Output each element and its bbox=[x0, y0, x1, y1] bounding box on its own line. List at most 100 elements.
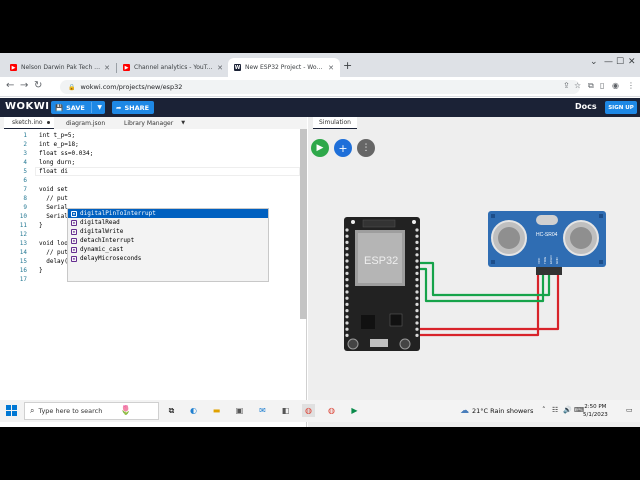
esp32-pin bbox=[415, 309, 419, 313]
menu-kebab-icon[interactable]: ⋮ bbox=[627, 81, 635, 90]
lock-icon: 🔒 bbox=[68, 83, 76, 91]
chevron-down-icon[interactable]: ⌄ bbox=[590, 57, 598, 67]
app-icon[interactable]: ◧ bbox=[279, 404, 292, 417]
cube-icon: ▪ bbox=[71, 219, 77, 226]
mail-icon[interactable]: ✉ bbox=[256, 404, 269, 417]
esp32-pin bbox=[345, 253, 349, 257]
volume-icon[interactable]: 🔊 bbox=[563, 406, 572, 414]
profile-avatar-icon[interactable]: ◉ bbox=[612, 81, 619, 90]
save-button[interactable]: 💾 SAVE ▼ bbox=[51, 101, 105, 114]
tab-sketch[interactable]: sketch.ino bbox=[4, 117, 54, 129]
editor-scrollbar[interactable] bbox=[300, 129, 307, 319]
windows-taskbar: ⌕ Type here to search 🌷 ⧉ ◐ ▬ ▣ ✉ ◧ ◍ ◍ … bbox=[0, 400, 640, 422]
chevron-down-icon[interactable]: ▼ bbox=[181, 120, 185, 126]
suggestion-item[interactable]: ▪ digitalPinToInterrupt bbox=[68, 209, 268, 218]
editor-tab-bar: sketch.ino diagram.json Library Manager … bbox=[0, 117, 307, 129]
file-explorer-icon[interactable]: ▬ bbox=[210, 404, 223, 417]
back-icon[interactable]: ← bbox=[6, 80, 14, 91]
esp32-pin bbox=[415, 278, 419, 282]
taskbar-clock[interactable]: 2:50 PM 5/1/2023 bbox=[583, 403, 608, 419]
circuit-canvas[interactable]: ESP32 HC-SR04 VCC TRIG ECHO GND bbox=[308, 117, 640, 427]
url-field[interactable]: 🔒 wokwi.com/projects/new/esp32 bbox=[60, 80, 580, 94]
cube-icon: ▪ bbox=[71, 210, 77, 217]
youtube-icon: ▶ bbox=[10, 64, 17, 71]
minimize-icon[interactable]: — bbox=[604, 57, 613, 67]
close-icon[interactable]: ✕ bbox=[217, 64, 223, 72]
simulation-panel: Simulation ▶ + ⋮ ESP32 HC-SR04 VCC TRIG … bbox=[308, 117, 640, 427]
browser-tab-studio[interactable]: ▶ Channel analytics - YouTube Stu ✕ bbox=[117, 58, 229, 77]
network-icon[interactable]: ☷ bbox=[552, 406, 558, 414]
esp32-pin bbox=[415, 271, 419, 275]
esp32-pin bbox=[415, 302, 419, 306]
close-icon[interactable]: ✕ bbox=[328, 64, 334, 72]
esp32-pin bbox=[345, 327, 349, 331]
terminal-icon[interactable]: ▶ bbox=[348, 404, 361, 417]
hc-sr04-sensor[interactable]: HC-SR04 bbox=[488, 211, 606, 275]
esp32-pin bbox=[345, 247, 349, 251]
new-tab-button[interactable]: + bbox=[343, 59, 352, 72]
browser-tab-wokwi[interactable]: W New ESP32 Project - Wokwi Sim ✕ bbox=[228, 58, 340, 77]
sign-up-button[interactable]: SIGN UP bbox=[605, 101, 637, 114]
wokwi-header: WOKWI 💾 SAVE ▼ ➦ SHARE Docs SIGN UP bbox=[0, 98, 640, 117]
pin-vcc-label: VCC bbox=[537, 257, 541, 264]
esp32-pin bbox=[345, 265, 349, 269]
esp32-pin bbox=[345, 321, 349, 325]
close-icon[interactable]: ✕ bbox=[104, 64, 110, 72]
notifications-icon[interactable]: ▭ bbox=[626, 406, 633, 414]
docs-link[interactable]: Docs bbox=[575, 102, 597, 111]
tab-library-manager[interactable]: Library Manager ▼ bbox=[118, 117, 188, 129]
screen: ▶ Nelson Darwin Pak Tech - YouTub ✕ ▶ Ch… bbox=[0, 0, 640, 480]
share-icon: ➦ bbox=[116, 103, 122, 112]
address-bar-row: ← → ↻ 🔒 wokwi.com/projects/new/esp32 ⇪ ☆… bbox=[0, 77, 640, 97]
current-line-highlight bbox=[35, 167, 300, 176]
esp32-pin bbox=[345, 284, 349, 288]
browser-tab-youtube[interactable]: ▶ Nelson Darwin Pak Tech - YouTub ✕ bbox=[4, 58, 116, 77]
share-button[interactable]: ➦ SHARE bbox=[112, 101, 154, 114]
share-page-icon[interactable]: ⇪ bbox=[563, 81, 570, 90]
weather-widget[interactable]: ☁ 21°C Rain showers bbox=[460, 406, 533, 416]
suggestion-item[interactable]: ▪ dynamic_cast bbox=[68, 245, 268, 254]
pin-trig-label: TRIG bbox=[543, 256, 547, 264]
esp32-board[interactable]: ESP32 bbox=[344, 217, 420, 351]
bookmark-star-icon[interactable]: ☆ bbox=[574, 81, 581, 90]
esp32-pin bbox=[345, 240, 349, 244]
reading-list-icon[interactable]: ▯ bbox=[600, 81, 604, 90]
suggestion-item[interactable]: ▪ delayMicroseconds bbox=[68, 254, 268, 263]
edge-icon[interactable]: ◐ bbox=[187, 404, 200, 417]
suggestion-item[interactable]: ▪ digitalWrite bbox=[68, 227, 268, 236]
autocomplete-popup: ▪ digitalPinToInterrupt ▪ digitalRead ▪ dig… bbox=[67, 208, 269, 282]
task-view-icon[interactable]: ⧉ bbox=[165, 404, 178, 417]
search-icon: ⌕ bbox=[30, 406, 35, 415]
esp32-pin bbox=[345, 290, 349, 294]
maximize-icon[interactable]: ☐ bbox=[616, 57, 624, 67]
windows-start-icon[interactable] bbox=[6, 405, 17, 416]
tab-diagram[interactable]: diagram.json bbox=[60, 117, 110, 129]
suggestion-item[interactable]: ▪ digitalRead bbox=[68, 218, 268, 227]
extensions-icon[interactable]: ⧉ bbox=[588, 81, 594, 91]
pin-gnd-label: GND bbox=[555, 257, 559, 265]
reload-icon[interactable]: ↻ bbox=[34, 80, 42, 91]
esp32-pin bbox=[345, 309, 349, 313]
esp32-pin bbox=[345, 228, 349, 232]
wire-trig bbox=[418, 267, 545, 303]
chrome-profile-icon[interactable]: ◍ bbox=[325, 404, 338, 417]
cube-icon: ▪ bbox=[71, 255, 77, 262]
esp32-pin bbox=[345, 333, 349, 337]
esp32-pin bbox=[345, 302, 349, 306]
chrome-icon[interactable]: ◍ bbox=[302, 404, 315, 417]
chevron-up-icon[interactable]: ˄ bbox=[542, 406, 546, 414]
esp32-pin bbox=[415, 228, 419, 232]
cube-icon: ▪ bbox=[71, 228, 77, 235]
wokwi-logo[interactable]: WOKWI bbox=[5, 101, 50, 112]
esp32-pin bbox=[345, 259, 349, 263]
youtube-studio-icon: ▶ bbox=[123, 64, 130, 71]
save-icon: 💾 bbox=[55, 103, 64, 112]
close-window-icon[interactable]: ✕ bbox=[628, 57, 636, 67]
pin-echo-label: ECHO bbox=[549, 255, 553, 264]
taskbar-search-box[interactable]: ⌕ Type here to search 🌷 bbox=[24, 402, 159, 420]
suggestion-item[interactable]: ▪ detachInterrupt bbox=[68, 236, 268, 245]
esp32-pin bbox=[415, 265, 419, 269]
forward-icon[interactable]: → bbox=[20, 80, 28, 91]
chevron-down-icon[interactable]: ▼ bbox=[97, 104, 102, 111]
store-icon[interactable]: ▣ bbox=[233, 404, 246, 417]
